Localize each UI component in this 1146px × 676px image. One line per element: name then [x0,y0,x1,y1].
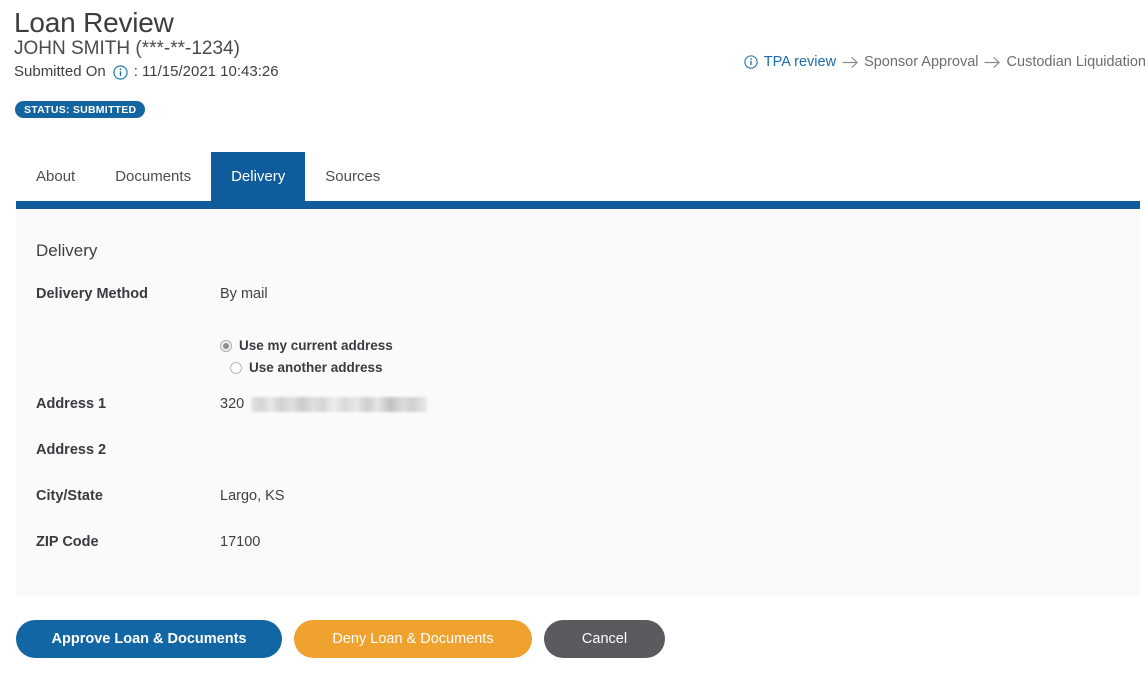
approve-loan-documents-button[interactable]: Approve Loan & Documents [16,620,282,658]
field-address-1: Address 1 320 [36,395,1120,414]
field-city-state: City/State Largo, KS [36,487,1120,506]
address-option-group: Use my current address Use another addre… [220,335,393,379]
deny-loan-documents-button[interactable]: Deny Loan & Documents [294,620,532,658]
info-circle-icon[interactable] [113,64,128,80]
loan-review-page: Loan Review JOHN SMITH (***-**-1234) Sub… [0,0,1146,676]
workflow-step-sponsor-approval[interactable]: Sponsor Approval [864,52,978,72]
tab-underline-bar [16,201,1140,209]
redacted-address-block [251,397,428,412]
submitted-on-row: Submitted On : 11/15/2021 10:43:26 [14,62,279,82]
workflow-breadcrumb: TPA review Sponsor Approval Custodian Li… [744,52,1146,72]
field-value: 320 [220,395,428,414]
borrower-name-ssn: JOHN SMITH (***-**-1234) [14,38,240,59]
action-button-bar: Approve Loan & Documents Deny Loan & Doc… [16,620,665,658]
arrow-right-icon [979,56,1007,69]
tab-documents[interactable]: Documents [95,152,211,201]
submitted-on-label: Submitted On [14,63,106,80]
radio-unselected-icon [230,362,242,374]
delivery-panel: Delivery Delivery Method By mail Use my … [16,209,1140,596]
field-label: Delivery Method [36,286,148,302]
address-1-visible-part: 320 [220,396,245,412]
workflow-step-tpa-review[interactable]: TPA review [744,52,836,72]
workflow-step-label: Sponsor Approval [864,54,979,70]
tab-bar: About Documents Delivery Sources [16,152,400,201]
radio-label: Use my current address [239,338,393,353]
radio-use-current-address[interactable]: Use my current address [220,335,393,357]
tab-delivery[interactable]: Delivery [211,152,306,201]
status-badge: STATUS: SUBMITTED [15,101,146,118]
workflow-step-label: TPA review [763,54,837,70]
page-title: Loan Review [14,7,174,38]
field-label: ZIP Code [36,534,99,550]
field-zip-code: ZIP Code 17100 [36,533,1120,552]
cancel-button[interactable]: Cancel [544,620,665,658]
field-label: Address 1 [36,396,107,412]
panel-heading: Delivery [36,241,98,260]
radio-selected-icon [220,340,232,352]
info-circle-icon [744,55,758,69]
workflow-step-label: Custodian Liquidation [1006,54,1146,70]
workflow-step-custodian-liquidation[interactable]: Custodian Liquidation [1007,52,1146,72]
field-value: By mail [220,286,268,302]
arrow-right-icon [836,56,864,69]
tab-about[interactable]: About [16,152,95,201]
field-label: Address 2 [36,442,107,458]
radio-use-another-address[interactable]: Use another address [220,357,393,379]
submitted-on-value: : 11/15/2021 10:43:26 [133,63,279,80]
field-value: 17100 [220,534,261,550]
tab-sources[interactable]: Sources [305,152,400,201]
page-header: Loan Review JOHN SMITH (***-**-1234) Sub… [0,0,1146,140]
field-address-2: Address 2 [36,441,1120,460]
field-label: City/State [36,488,103,504]
field-value: Largo, KS [220,488,285,504]
radio-label: Use another address [249,360,383,375]
field-delivery-method: Delivery Method By mail [36,285,1120,304]
